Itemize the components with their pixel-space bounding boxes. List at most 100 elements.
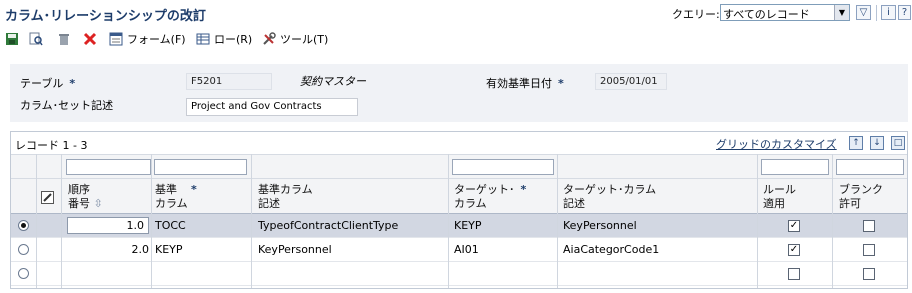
save-icon <box>6 33 18 45</box>
blank-checkbox[interactable] <box>863 268 875 280</box>
column-divider <box>757 154 758 288</box>
column-set-input[interactable]: Project and Gov Contracts <box>186 98 358 116</box>
effective-date-value: 2005/01/01 <box>595 73 667 90</box>
grid: レコード 1 - 3 グリッドのカスタマイズ ↑ ↓ □ 順序 番号 ⇳ 基準 *… <box>10 131 908 289</box>
export-icon[interactable]: ↑ <box>849 136 863 150</box>
target-description-cell: AiaCategorCode1 <box>563 243 660 256</box>
required-mark: * <box>191 183 197 196</box>
tools-menu-label: ツール(T) <box>280 33 329 46</box>
target-column-cell: AI01 <box>454 243 479 256</box>
col-header-target-description-line2: 記述 <box>563 197 585 210</box>
edit-icon[interactable] <box>41 191 54 204</box>
column-header-row: 順序 番号 ⇳ 基準 * カラム 基準カラム 記述 ターゲット･ * カラム ターゲ… <box>11 178 907 214</box>
table-row[interactable]: 1.0 TOCC TypeofContractClientType KEYP K… <box>11 214 907 238</box>
preview-button[interactable] <box>29 31 47 47</box>
rule-checkbox[interactable]: ✓ <box>788 244 800 256</box>
filter-icon[interactable]: ▽ <box>856 5 871 20</box>
col-header-blank-line2: 許可 <box>839 197 861 210</box>
query-select[interactable]: すべてのレコード ▼ <box>720 4 850 21</box>
col-header-seq-line2: 番号 ⇳ <box>68 197 103 211</box>
row-menu-label: ロー(R) <box>214 33 253 46</box>
filter-rule-input[interactable] <box>761 159 829 175</box>
row-select-radio[interactable] <box>18 220 29 231</box>
col-header-target-column-line1: ターゲット･ * <box>454 183 526 197</box>
cancel-button[interactable] <box>83 31 101 47</box>
filter-target-column-input[interactable] <box>452 159 554 175</box>
col-header-seq-line1: 順序 <box>68 183 90 196</box>
base-column-cell: KEYP <box>155 243 183 256</box>
trash-icon <box>59 34 69 45</box>
delete-button[interactable] <box>57 31 75 47</box>
base-column-cell: TOCC <box>155 219 186 232</box>
rule-checkbox[interactable] <box>788 268 800 280</box>
col-header-target-column-line1-text: ターゲット･ <box>454 183 515 196</box>
column-divider <box>36 154 37 288</box>
required-mark: * <box>558 77 564 90</box>
col-header-target-column[interactable]: ターゲット･ * カラム <box>454 183 526 211</box>
import-icon[interactable]: ↓ <box>870 136 884 150</box>
header-panel: テーブル * F5201 契約マスター 有効基準日付 * 2005/01/01 カラ… <box>10 64 908 122</box>
seq-input[interactable]: 1.0 <box>67 217 149 234</box>
chevron-down-icon[interactable]: ▼ <box>834 5 849 20</box>
row-menu[interactable]: ロー(R) <box>196 31 252 47</box>
col-header-seq-line2-text: 番号 <box>68 197 90 210</box>
query-label: クエリー: <box>672 8 720 21</box>
blank-checkbox[interactable] <box>863 220 875 232</box>
col-header-rule[interactable]: ルール 適用 <box>763 183 796 211</box>
form-menu[interactable]: フォーム(F) <box>109 31 186 47</box>
table-description: 契約マスター <box>300 75 366 88</box>
info-icon[interactable]: i <box>881 5 896 20</box>
col-header-blank[interactable]: ブランク 許可 <box>839 183 883 211</box>
col-header-base-column-line2: カラム <box>155 197 188 210</box>
form-icon <box>109 32 123 46</box>
col-header-base-column-line1: 基準 * <box>155 183 197 197</box>
required-mark: * <box>520 183 527 196</box>
base-description-cell: KeyPersonnel <box>258 243 332 256</box>
base-description-cell: TypeofContractClientType <box>258 219 399 232</box>
col-header-base-description[interactable]: 基準カラム 記述 <box>258 183 313 211</box>
col-header-seq[interactable]: 順序 番号 ⇳ <box>68 183 103 211</box>
form-menu-label: フォーム(F) <box>127 33 186 46</box>
save-button[interactable] <box>5 31 23 47</box>
toolbar: フォーム(F) ロー(R) ツール(T) <box>0 27 912 51</box>
col-header-base-column[interactable]: 基準 * カラム <box>155 183 197 211</box>
col-header-target-description[interactable]: ターゲット･カラム 記述 <box>563 183 656 211</box>
table-label: テーブル * <box>20 75 75 91</box>
sort-icon[interactable]: ⇳ <box>94 197 103 210</box>
column-divider <box>832 154 833 288</box>
column-divider <box>151 154 152 288</box>
col-header-target-column-line2: カラム <box>454 197 487 210</box>
title-bar: カラム･リレーションシップの改訂 クエリー: すべてのレコード ▼ ▽ i ? <box>0 0 912 26</box>
maximize-icon[interactable]: □ <box>891 136 905 150</box>
filter-base-column-input[interactable] <box>154 159 247 175</box>
col-header-base-column-line1-text: 基準 <box>155 183 177 196</box>
customize-grid-link[interactable]: グリッドのカスタマイズ <box>716 136 837 152</box>
row-select-radio[interactable] <box>18 244 29 255</box>
table-row[interactable] <box>11 262 907 286</box>
table-label-text: テーブル <box>20 77 64 90</box>
column-set-label: カラム･セット記述 <box>20 99 114 112</box>
column-divider <box>557 154 558 288</box>
row-select-radio[interactable] <box>18 268 29 279</box>
blank-checkbox[interactable] <box>863 244 875 256</box>
divider <box>876 5 877 21</box>
col-header-base-description-line2: 記述 <box>258 197 280 210</box>
col-header-target-description-line1: ターゲット･カラム <box>563 183 657 196</box>
filter-seq-input[interactable] <box>66 159 151 175</box>
col-header-rule-line2: 適用 <box>763 197 785 210</box>
target-description-cell: KeyPersonnel <box>563 219 637 232</box>
table-value: F5201 <box>186 73 272 90</box>
seq-cell[interactable]: 2.0 <box>67 243 150 256</box>
record-count: レコード 1 - 3 <box>15 139 88 152</box>
page-title: カラム･リレーションシップの改訂 <box>5 9 206 24</box>
filter-row <box>11 154 907 178</box>
effective-date-label-text: 有効基準日付 <box>486 77 552 90</box>
tools-menu[interactable]: ツール(T) <box>262 31 328 47</box>
required-mark: * <box>69 77 76 90</box>
rule-checkbox[interactable]: ✓ <box>788 220 800 232</box>
table-row[interactable]: 2.0 KEYP KeyPersonnel AI01 AiaCategorCod… <box>11 238 907 262</box>
filter-blank-input[interactable] <box>836 159 904 175</box>
query-selected-value: すべてのレコード <box>723 8 810 21</box>
close-icon <box>83 32 97 46</box>
help-icon[interactable]: ? <box>898 5 911 20</box>
